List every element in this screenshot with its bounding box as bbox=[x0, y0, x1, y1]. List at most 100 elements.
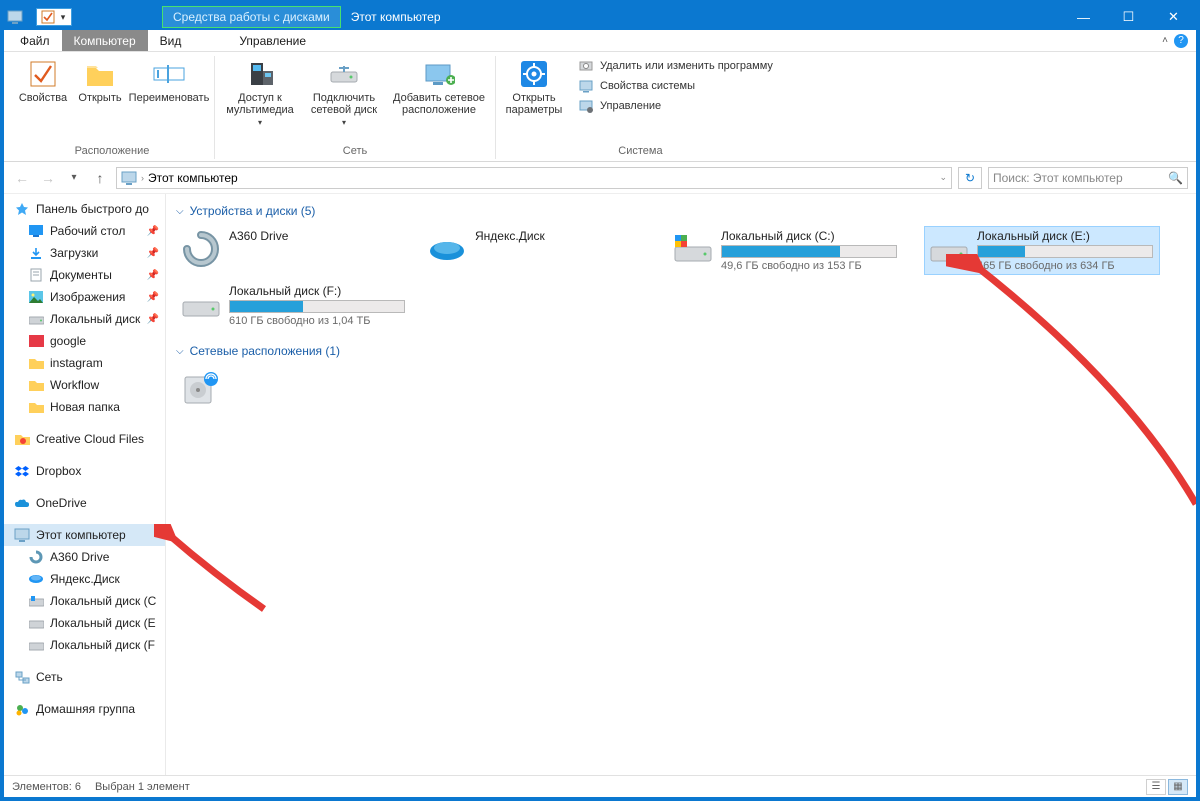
sidebar-documents[interactable]: Документы📌 bbox=[4, 264, 165, 286]
sidebar-dropbox[interactable]: Dropbox bbox=[4, 460, 165, 482]
breadcrumb-segment[interactable]: Этот компьютер bbox=[148, 171, 238, 185]
item-disk-f[interactable]: Локальный диск (F:) 610 ГБ свободно из 1… bbox=[176, 281, 412, 330]
homegroup-icon bbox=[14, 701, 30, 717]
sidebar-this-pc[interactable]: Этот компьютер bbox=[4, 524, 165, 546]
qat-properties-icon[interactable] bbox=[39, 9, 57, 25]
map-drive-button[interactable]: Подключить сетевой диск▾ bbox=[307, 56, 381, 127]
group-label-location: Расположение bbox=[75, 145, 150, 159]
sidebar-instagram[interactable]: instagram bbox=[4, 352, 165, 374]
ribbon-tabs: Файл Компьютер Вид Управление ˄ ? bbox=[4, 30, 1196, 52]
group-devices-header[interactable]: ⌵Устройства и диски (5) bbox=[176, 204, 1186, 218]
search-icon: 🔍 bbox=[1168, 171, 1183, 185]
help-icon[interactable]: ? bbox=[1174, 34, 1188, 48]
downloads-icon bbox=[28, 245, 44, 261]
sidebar-local-disk-pin[interactable]: Локальный диск📌 bbox=[4, 308, 165, 330]
item-a360-drive[interactable]: A360 Drive bbox=[176, 226, 402, 275]
open-settings-button[interactable]: Открыть параметры bbox=[504, 56, 564, 116]
search-box[interactable]: Поиск: Этот компьютер 🔍 bbox=[988, 167, 1188, 189]
qat-dropdown-icon[interactable]: ▾ bbox=[57, 9, 69, 25]
a360-icon bbox=[28, 549, 44, 565]
view-tiles-button[interactable]: ▦ bbox=[1168, 779, 1188, 795]
manage-button[interactable]: Управление bbox=[578, 98, 773, 114]
item-network-location[interactable] bbox=[176, 366, 236, 412]
sidebar-yandex[interactable]: Яндекс.Диск bbox=[4, 568, 165, 590]
forward-button[interactable]: → bbox=[38, 168, 58, 188]
sidebar-disk-c[interactable]: Локальный диск (C bbox=[4, 590, 165, 612]
recent-locations-button[interactable]: ▾ bbox=[64, 168, 84, 188]
add-network-location-button[interactable]: Добавить сетевое расположение bbox=[391, 56, 487, 127]
sidebar-pictures[interactable]: Изображения📌 bbox=[4, 286, 165, 308]
uninstall-button[interactable]: Удалить или изменить программу bbox=[578, 58, 773, 74]
group-network-header[interactable]: ⌵Сетевые расположения (1) bbox=[176, 344, 1186, 358]
explorer-window: ▾ Средства работы с дисками Этот компьют… bbox=[0, 0, 1200, 801]
item-yandex-disk[interactable]: Яндекс.Диск bbox=[422, 226, 648, 275]
status-count: Элементов: 6 bbox=[12, 781, 81, 793]
tab-manage[interactable]: Управление bbox=[227, 30, 318, 51]
quick-access-toolbar: ▾ bbox=[36, 8, 72, 26]
refresh-button[interactable]: ↻ bbox=[958, 167, 982, 189]
yandex-disk-icon bbox=[427, 229, 467, 269]
sidebar-disk-e[interactable]: Локальный диск (E bbox=[4, 612, 165, 634]
media-access-button[interactable]: Доступ к мультимедиа▾ bbox=[223, 56, 297, 127]
sidebar-workflow[interactable]: Workflow bbox=[4, 374, 165, 396]
properties-button[interactable]: Свойства bbox=[18, 56, 68, 104]
sidebar-new-folder[interactable]: Новая папка bbox=[4, 396, 165, 418]
back-button[interactable]: ← bbox=[12, 168, 32, 188]
system-properties-icon bbox=[578, 78, 594, 94]
sidebar-desktop[interactable]: Рабочий стол📌 bbox=[4, 220, 165, 242]
usage-bar bbox=[721, 245, 897, 258]
this-pc-icon bbox=[14, 527, 30, 543]
usage-bar bbox=[977, 245, 1153, 258]
uninstall-icon bbox=[578, 58, 594, 74]
tab-computer[interactable]: Компьютер bbox=[62, 30, 148, 51]
navigation-pane: Панель быстрого до Рабочий стол📌 Загрузк… bbox=[4, 194, 166, 775]
sidebar-onedrive[interactable]: OneDrive bbox=[4, 492, 165, 514]
tab-file[interactable]: Файл bbox=[8, 30, 62, 51]
system-properties-button[interactable]: Свойства системы bbox=[578, 78, 773, 94]
open-button[interactable]: Открыть bbox=[78, 56, 122, 104]
media-access-icon bbox=[244, 58, 276, 90]
up-button[interactable]: ↑ bbox=[90, 168, 110, 188]
sidebar-google[interactable]: google bbox=[4, 330, 165, 352]
view-details-button[interactable]: ☰ bbox=[1146, 779, 1166, 795]
maximize-button[interactable]: ☐ bbox=[1106, 4, 1151, 30]
drive-icon bbox=[181, 284, 221, 324]
folder-icon bbox=[28, 399, 44, 415]
item-disk-e[interactable]: Локальный диск (E:) 465 ГБ свободно из 6… bbox=[924, 226, 1160, 275]
add-network-location-icon bbox=[423, 58, 455, 90]
documents-icon bbox=[28, 267, 44, 283]
onedrive-icon bbox=[14, 495, 30, 511]
pin-icon: 📌 bbox=[147, 226, 159, 237]
drive-icon bbox=[28, 615, 44, 631]
sidebar-creative-cloud[interactable]: Creative Cloud Files bbox=[4, 428, 165, 450]
breadcrumb[interactable]: › Этот компьютер ⌄ bbox=[116, 167, 952, 189]
dropbox-icon bbox=[14, 463, 30, 479]
sidebar-a360[interactable]: A360 Drive bbox=[4, 546, 165, 568]
minimize-button[interactable]: — bbox=[1061, 4, 1106, 30]
pin-icon: 📌 bbox=[147, 270, 159, 281]
collapse-ribbon-icon[interactable]: ˄ bbox=[1162, 35, 1168, 46]
sidebar-quick-access[interactable]: Панель быстрого до bbox=[4, 198, 165, 220]
folder-icon bbox=[28, 377, 44, 393]
sidebar-homegroup[interactable]: Домашняя группа bbox=[4, 698, 165, 720]
sidebar-downloads[interactable]: Загрузки📌 bbox=[4, 242, 165, 264]
body: Панель быстрого до Рабочий стол📌 Загрузк… bbox=[4, 194, 1196, 775]
sidebar-disk-f[interactable]: Локальный диск (F bbox=[4, 634, 165, 656]
drive-icon bbox=[28, 637, 44, 653]
sidebar-network[interactable]: Сеть bbox=[4, 666, 165, 688]
pin-icon: 📌 bbox=[147, 248, 159, 259]
open-folder-icon bbox=[84, 58, 116, 90]
manage-icon bbox=[578, 98, 594, 114]
map-drive-icon bbox=[328, 58, 360, 90]
item-disk-c[interactable]: Локальный диск (C:) 49,6 ГБ свободно из … bbox=[668, 226, 904, 275]
system-icon[interactable] bbox=[4, 10, 26, 24]
close-button[interactable]: ✕ bbox=[1151, 4, 1196, 30]
drive-icon bbox=[28, 593, 44, 609]
rename-button[interactable]: Переименовать bbox=[132, 56, 206, 104]
content-pane: ⌵Устройства и диски (5) A360 Drive Яндек… bbox=[166, 194, 1196, 775]
yandex-disk-icon bbox=[28, 571, 44, 587]
folder-icon bbox=[28, 333, 44, 349]
tab-view[interactable]: Вид bbox=[148, 30, 194, 51]
usage-bar bbox=[229, 300, 405, 313]
drive-tools-context-tab[interactable]: Средства работы с дисками bbox=[162, 6, 341, 28]
